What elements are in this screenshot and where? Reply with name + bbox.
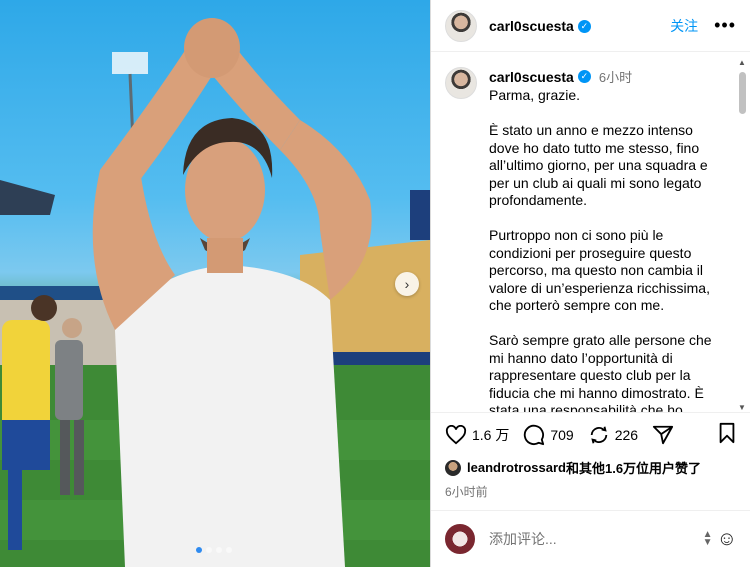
repost-icon <box>590 426 607 443</box>
carousel-dot <box>216 547 222 553</box>
more-options-icon[interactable]: ••• <box>714 15 736 36</box>
caption-author-avatar[interactable] <box>445 67 477 99</box>
post-header: carl0scuesta ✓ 关注 ••• <box>431 0 750 52</box>
emoji-icon[interactable]: ☺ <box>717 528 737 551</box>
verified-badge-icon: ✓ <box>577 70 591 83</box>
scroll-up-arrow-icon[interactable]: ▲ <box>738 58 746 67</box>
follow-button[interactable]: 关注 <box>670 16 698 36</box>
author-avatar[interactable] <box>445 9 477 42</box>
comment-input[interactable]: 添加评论... <box>489 529 703 549</box>
repost-count[interactable]: 226 <box>615 427 638 443</box>
scrollbar-thumb[interactable] <box>739 72 746 114</box>
post-details-panel: carl0scuesta ✓ 关注 ••• carl0scuesta ✓ 6小时 … <box>430 0 750 567</box>
caption-timestamp[interactable]: 6小时 <box>599 67 632 86</box>
caption-text: Parma, grazie. È stato un anno e mezzo i… <box>489 87 712 412</box>
scroll-down-arrow-icon[interactable]: ▼ <box>738 403 746 412</box>
verified-badge-icon: ✓ <box>577 20 591 34</box>
action-bar: 1.6 万 709 226 <box>431 412 750 456</box>
carousel-dot <box>196 547 202 553</box>
post-photo[interactable]: › <box>0 0 430 567</box>
caption-scroll-area[interactable]: carl0scuesta ✓ 6小时 Parma, grazie. È stat… <box>431 55 750 412</box>
carousel-dot <box>226 547 232 553</box>
caption-username[interactable]: carl0scuesta <box>489 69 574 85</box>
bookmark-icon <box>719 422 735 444</box>
carousel-indicator <box>196 547 232 553</box>
share-icon <box>652 425 674 444</box>
posted-time[interactable]: 6小时前 <box>445 483 488 500</box>
heart-icon <box>445 424 467 444</box>
carousel-next-button[interactable]: › <box>395 272 419 296</box>
save-button[interactable] <box>717 422 737 447</box>
caption-scrollbar[interactable]: ▲ ▼ <box>736 58 748 412</box>
like-button[interactable]: 1.6 万 <box>445 424 509 445</box>
liker-avatar[interactable] <box>445 459 461 476</box>
viewer-avatar <box>445 524 475 554</box>
caption-item: carl0scuesta ✓ 6小时 Parma, grazie. È stat… <box>431 55 750 412</box>
repost-button[interactable]: 226 <box>588 424 638 446</box>
like-count[interactable]: 1.6 万 <box>472 425 509 445</box>
comment-button[interactable]: 709 <box>523 424 574 446</box>
comment-box: 添加评论... ▲ ▼ ☺ <box>431 510 750 567</box>
liker-username[interactable]: leandrotrossard <box>467 460 566 475</box>
carousel-dot <box>206 547 212 553</box>
player-photo-illustration <box>0 18 430 567</box>
comment-count[interactable]: 709 <box>550 427 573 443</box>
spinner-arrows-icon: ▲ ▼ <box>702 529 713 548</box>
liked-by-text[interactable]: 和其他1.6万位用户赞了 <box>566 458 701 477</box>
liked-by-line: leandrotrossard 和其他1.6万位用户赞了 <box>445 458 701 477</box>
author-username[interactable]: carl0scuesta ✓ <box>489 18 591 34</box>
comment-icon <box>524 424 545 445</box>
share-button[interactable] <box>652 424 679 446</box>
